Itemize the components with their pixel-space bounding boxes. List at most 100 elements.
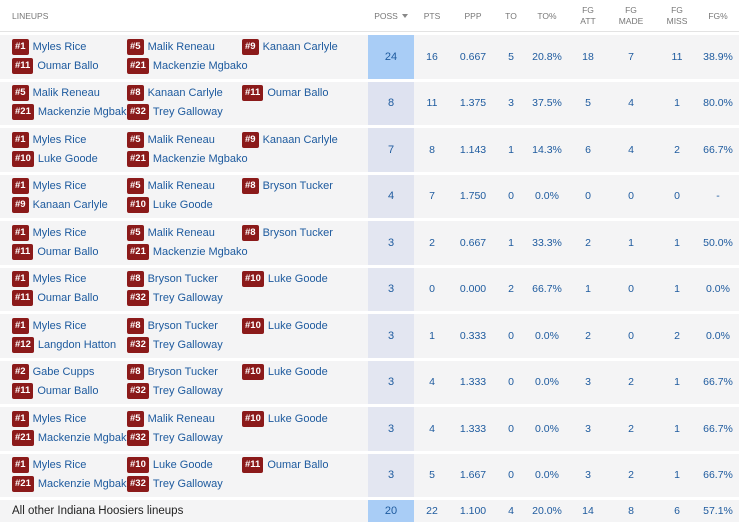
player-name: Myles Rice [32, 459, 87, 471]
player-link[interactable]: #1 Myles Rice [12, 38, 86, 55]
player-link[interactable]: #9 Kanaan Carlyle [242, 38, 338, 55]
header-ppp[interactable]: PPP [450, 0, 496, 32]
player-link[interactable]: #11 Oumar Ballo [12, 383, 98, 400]
table-row: #1 Myles Rice #8 Bryson Tucker #10 Luke Goode… [0, 314, 739, 358]
player-link[interactable]: #8 Bryson Tucker [242, 224, 333, 241]
header-fg-att[interactable]: FG ATT [568, 0, 608, 32]
player-link[interactable]: #9 Kanaan Carlyle [242, 131, 338, 148]
player-link[interactable]: #10 Luke Goode [12, 150, 98, 167]
player-link[interactable]: #8 Kanaan Carlyle [127, 85, 223, 102]
player-link[interactable]: #9 Kanaan Carlyle [12, 197, 108, 214]
player-link[interactable]: #10 Luke Goode [242, 364, 328, 381]
player-link[interactable]: #21 Mackenzie Mgbako [127, 243, 248, 260]
poss-cell: 20 [368, 500, 414, 522]
player-link[interactable]: #10 Luke Goode [242, 410, 328, 427]
player-link[interactable]: #12 Langdon Hatton [12, 336, 116, 353]
jersey-number-badge: #1 [12, 457, 29, 473]
stat-fg-miss: 6 [674, 505, 680, 517]
player-link[interactable]: #8 Bryson Tucker [242, 178, 333, 195]
player-link[interactable]: #11 Oumar Ballo [242, 457, 328, 474]
stat-ppp: 1.100 [459, 505, 487, 517]
stat-fg-made: 0 [628, 283, 634, 296]
stat-fg-made: 4 [628, 97, 634, 110]
stat-to-pct: 37.5% [532, 97, 562, 110]
player-link[interactable]: #2 Gabe Cupps [12, 364, 94, 381]
table-row: #5 Malik Reneau #8 Kanaan Carlyle #11 Oumar B… [0, 81, 739, 125]
player-link[interactable]: #1 Myles Rice [12, 224, 86, 241]
player-link[interactable]: #1 Myles Rice [12, 317, 86, 334]
player-link[interactable]: #5 Malik Reneau [127, 224, 215, 241]
stat-pts: 11 [426, 97, 438, 110]
stat-fg-made: 2 [628, 422, 634, 435]
player-link[interactable]: #21 Mackenzie Mgbako [12, 104, 133, 121]
header-fg-made[interactable]: FG MADE [608, 0, 654, 32]
player-link[interactable]: #21 Mackenzie Mgbako [12, 429, 133, 446]
player-link[interactable]: #5 Malik Reneau [127, 178, 215, 195]
player-link[interactable]: #11 Oumar Ballo [242, 85, 328, 102]
jersey-number-badge: #11 [12, 243, 34, 260]
player-link[interactable]: #1 Myles Rice [12, 131, 86, 148]
player-link[interactable]: #1 Myles Rice [12, 410, 86, 427]
stat-to: 0 [508, 422, 514, 435]
stat-ppp: 1.750 [459, 190, 487, 203]
player-link[interactable]: #10 Luke Goode [127, 197, 213, 214]
player-link[interactable]: #8 Bryson Tucker [127, 271, 218, 288]
header-lineups[interactable]: LINEUPS [12, 0, 48, 32]
player-link[interactable]: #8 Bryson Tucker [127, 364, 218, 381]
player-link[interactable]: #11 Oumar Ballo [12, 290, 98, 307]
player-link[interactable]: #32 Trey Galloway [127, 290, 223, 307]
header-fg-pct[interactable]: FG% [700, 0, 736, 32]
player-link[interactable]: #32 Trey Galloway [127, 336, 223, 353]
player-link[interactable]: #32 Trey Galloway [127, 104, 223, 121]
stat-to: 1 [508, 143, 514, 156]
header-pts[interactable]: PTS [414, 0, 450, 32]
jersey-number-badge: #8 [127, 317, 144, 334]
player-name: Luke Goode [152, 459, 213, 471]
poss-cell: 4 [368, 174, 414, 218]
jersey-number-badge: #21 [127, 150, 149, 167]
player-link[interactable]: #1 Myles Rice [12, 457, 86, 474]
player-name: Luke Goode [267, 273, 328, 285]
player-link[interactable]: #21 Mackenzie Mgbako [12, 476, 133, 493]
player-name: Luke Goode [267, 366, 328, 378]
player-link[interactable]: #1 Myles Rice [12, 271, 86, 288]
player-link[interactable]: #5 Malik Reneau [127, 410, 215, 427]
header-poss[interactable]: POSS [368, 0, 414, 32]
stat-fg-att: 14 [582, 505, 594, 517]
player-name: Kanaan Carlyle [262, 40, 338, 53]
player-link[interactable]: #32 Trey Galloway [127, 476, 223, 493]
player-link[interactable]: #5 Malik Reneau [127, 38, 215, 55]
player-name: Myles Rice [32, 412, 87, 425]
player-link[interactable]: #5 Malik Reneau [12, 85, 100, 102]
player-link[interactable]: #11 Oumar Ballo [12, 243, 98, 260]
stat-fg-pct: 0.0% [706, 283, 730, 296]
header-fg-miss[interactable]: FG MISS [654, 0, 700, 32]
stat-ppp: 0.333 [459, 329, 487, 342]
player-name: Malik Reneau [147, 226, 215, 239]
player-link[interactable]: #10 Luke Goode [127, 457, 213, 474]
player-name: Trey Galloway [152, 292, 223, 304]
player-link[interactable]: #21 Mackenzie Mgbako [127, 150, 248, 167]
player-link[interactable]: #5 Malik Reneau [127, 131, 215, 148]
player-link[interactable]: #21 Mackenzie Mgbako [127, 57, 248, 74]
player-link[interactable]: #1 Myles Rice [12, 178, 86, 195]
stat-fg-miss: 1 [674, 376, 680, 389]
poss-cell: 3 [368, 221, 414, 265]
player-link[interactable]: #11 Oumar Ballo [12, 57, 98, 74]
player-link[interactable]: #32 Trey Galloway [127, 383, 223, 400]
header-to-pct[interactable]: TO% [526, 0, 568, 32]
stat-fg-miss: 1 [674, 422, 680, 435]
player-link[interactable]: #8 Bryson Tucker [127, 317, 218, 334]
player-link[interactable]: #32 Trey Galloway [127, 429, 223, 446]
stat-fg-pct: - [716, 190, 720, 203]
header-to[interactable]: TO [496, 0, 526, 32]
stat-pts: 22 [426, 505, 438, 517]
player-link[interactable]: #10 Luke Goode [242, 317, 328, 334]
stat-fg-att: 1 [585, 283, 591, 296]
player-link[interactable]: #10 Luke Goode [242, 271, 328, 288]
jersey-number-badge: #11 [12, 290, 34, 306]
header-fg-made-line2: MADE [618, 16, 644, 26]
player-name: Kanaan Carlyle [147, 87, 223, 99]
player-name: Malik Reneau [147, 133, 215, 146]
jersey-number-badge: #8 [242, 224, 259, 241]
